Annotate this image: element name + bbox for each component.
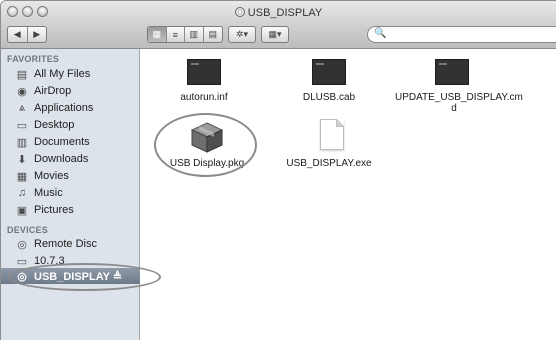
music-icon: ♫: [17, 187, 27, 199]
sidebar-item-pictures[interactable]: ▣ Pictures: [15, 202, 74, 218]
sidebar-item-music[interactable]: ♫ Music: [15, 185, 63, 201]
window-title: USB_DISPLAY: [1, 7, 556, 19]
pictures-icon: ▣: [16, 204, 28, 217]
file-dlusb-cab[interactable]: DLUSB.cab: [274, 92, 384, 103]
usb-display-highlight-ring: [8, 263, 161, 291]
file-usb-display-exe[interactable]: USB_DISPLAY.exe: [274, 158, 384, 169]
view-mode-control: ▦ ≡ ▥ ▤: [147, 26, 223, 43]
finder-window: USB_DISPLAY ◀ ▶ ▦ ≡ ▥ ▤ ✲▾ ▦▾ 🔍 FAVORITE…: [0, 0, 556, 340]
sidebar: FAVORITES ▤ All My Files ◉ AirDrop ⩓ Applic…: [1, 49, 140, 340]
airdrop-icon: ◉: [17, 85, 27, 98]
sidebar-item-remote-disc[interactable]: ◎ Remote Disc: [15, 236, 97, 252]
sidebar-item-applications[interactable]: ⩓ Applications: [15, 100, 93, 116]
devices-header: DEVICES: [7, 225, 48, 235]
sidebar-item-documents[interactable]: ▥ Documents: [15, 134, 90, 150]
action-menu-button[interactable]: ✲▾: [228, 26, 256, 43]
file-autorun-inf[interactable]: autorun.inf: [149, 92, 259, 103]
disc-icon: [234, 7, 245, 17]
back-button[interactable]: ◀: [8, 27, 28, 42]
cmd-file-icon: [435, 59, 469, 85]
hard-disk-icon: ▭: [16, 255, 28, 268]
search-field[interactable]: 🔍: [367, 26, 556, 43]
arrange-menu-button[interactable]: ▦▾: [261, 26, 289, 43]
list-view-button[interactable]: ≡: [167, 27, 185, 42]
back-forward-control: ◀ ▶: [7, 26, 47, 43]
sidebar-item-downloads[interactable]: ⬇ Downloads: [15, 151, 88, 167]
icon-view-button[interactable]: ▦: [148, 27, 167, 42]
documents-icon: ▥: [16, 136, 28, 149]
inf-file-icon: [187, 59, 221, 85]
all-files-icon: ▤: [16, 68, 28, 81]
downloads-icon: ⬇: [17, 153, 27, 166]
sidebar-item-desktop[interactable]: ▭ Desktop: [15, 117, 75, 133]
exe-file-icon: [320, 119, 344, 150]
forward-button[interactable]: ▶: [28, 27, 47, 42]
favorites-header: FAVORITES: [7, 54, 60, 64]
sidebar-item-all-my-files[interactable]: ▤ All My Files: [15, 66, 90, 82]
column-view-button[interactable]: ▥: [185, 27, 204, 42]
title-bar: USB_DISPLAY ◀ ▶ ▦ ≡ ▥ ▤ ✲▾ ▦▾ 🔍: [1, 1, 556, 49]
file-update-usb-display-cmd[interactable]: UPDATE_USB_DISPLAY.cm d: [395, 92, 523, 114]
search-icon: 🔍: [374, 28, 387, 39]
remote-disc-icon: ◎: [17, 238, 27, 251]
coverflow-view-button[interactable]: ▤: [204, 27, 222, 42]
sidebar-item-movies[interactable]: ▦ Movies: [15, 168, 69, 184]
applications-icon: ⩓: [18, 101, 26, 114]
pkg-highlight-ring: [154, 113, 257, 177]
cab-file-icon: [312, 59, 346, 85]
desktop-icon: ▭: [16, 119, 28, 132]
movies-icon: ▦: [16, 170, 28, 183]
sidebar-item-airdrop[interactable]: ◉ AirDrop: [15, 83, 71, 99]
